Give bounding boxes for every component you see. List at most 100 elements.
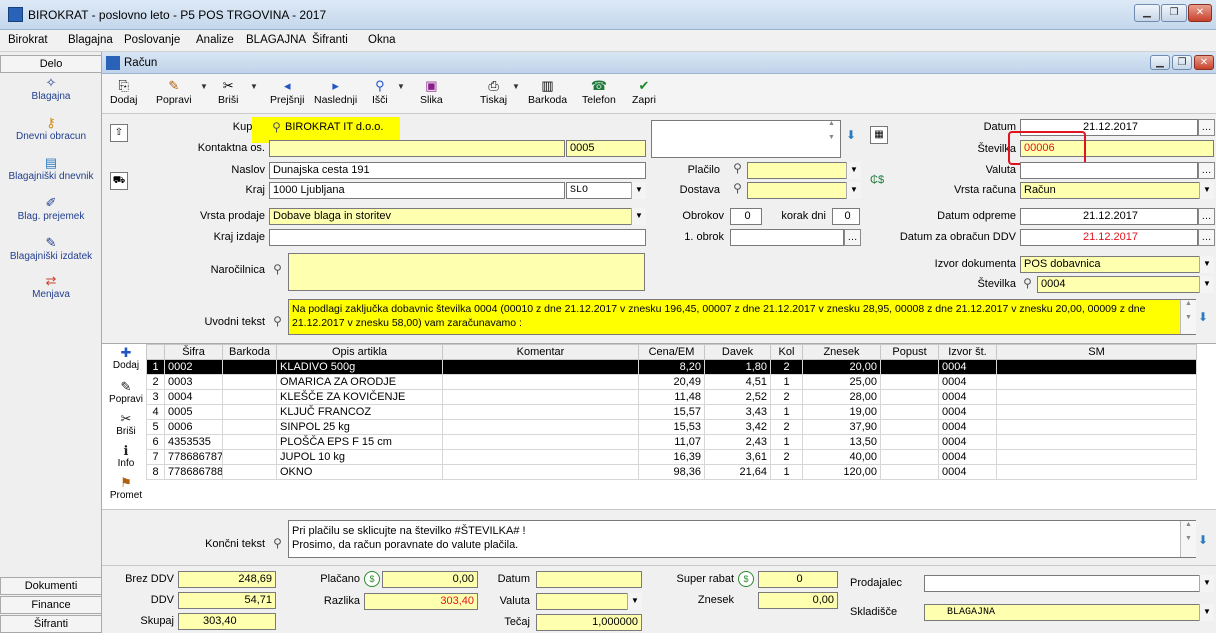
table-cell[interactable]: 15,57: [638, 404, 705, 420]
table-cell[interactable]: PLOŠČA EPS F 15 cm: [276, 434, 443, 450]
bottom-valuta-dropdown-icon[interactable]: ▼: [627, 593, 642, 610]
doc-minimize-icon[interactable]: ▁: [1150, 55, 1170, 70]
col-header[interactable]: Znesek: [802, 344, 881, 360]
bottom-datum-field[interactable]: [536, 571, 642, 588]
table-cell[interactable]: 28,00: [802, 389, 881, 405]
izvor-stevilka-select[interactable]: 0004: [1037, 276, 1214, 293]
toolbar-popravi-button[interactable]: ✎ Popravi: [156, 78, 192, 106]
table-cell[interactable]: [996, 359, 1197, 375]
toolbar-dodaj-button[interactable]: ⎘ Dodaj: [110, 78, 137, 106]
table-cell[interactable]: [442, 419, 639, 435]
menu-okna[interactable]: Okna: [368, 34, 396, 46]
table-cell[interactable]: 2: [770, 419, 803, 435]
table-cell[interactable]: [442, 389, 639, 405]
table-cell[interactable]: [222, 434, 277, 450]
prodajalec-dropdown-icon[interactable]: ▼: [1199, 575, 1214, 592]
table-row[interactable]: 1 0002 KLADIVO 500g 8,20 1,80 2 20,00 0004: [146, 359, 1197, 375]
toolbar-tiskaj-button[interactable]: ⎙ Tiskaj: [480, 78, 507, 106]
col-header[interactable]: SM: [996, 344, 1197, 360]
sidebar-footer-finance[interactable]: Finance: [0, 596, 102, 614]
menu-analize[interactable]: Analize: [196, 34, 234, 46]
table-cell[interactable]: [880, 404, 939, 420]
tecaj-field[interactable]: 1,000000: [536, 614, 642, 631]
dostava-select[interactable]: [747, 182, 861, 199]
table-cell[interactable]: [880, 359, 939, 375]
col-header[interactable]: Komentar: [442, 344, 639, 360]
table-cell[interactable]: [880, 374, 939, 390]
table-cell[interactable]: [996, 374, 1197, 390]
table-cell[interactable]: [996, 464, 1197, 480]
grid-promet-button[interactable]: ⚑ Promet: [104, 476, 148, 502]
table-row[interactable]: 2 0003 OMARICA ZA ORODJE 20,49 4,51 1 25,00 000…: [146, 374, 1197, 390]
table-cell[interactable]: 7: [146, 449, 165, 465]
brisi-dropdown-icon[interactable]: ▼: [250, 82, 258, 91]
table-cell[interactable]: [222, 404, 277, 420]
table-cell[interactable]: [442, 404, 639, 420]
table-cell[interactable]: 40,00: [802, 449, 881, 465]
table-cell[interactable]: [996, 419, 1197, 435]
table-cell[interactable]: 0004: [938, 449, 997, 465]
table-cell[interactable]: 0004: [938, 419, 997, 435]
sidebar-item-menjava[interactable]: ⇄ Menjava: [0, 274, 102, 301]
kontakt-field[interactable]: [269, 140, 565, 157]
table-cell[interactable]: 6: [146, 434, 165, 450]
table-cell[interactable]: 3,42: [704, 419, 771, 435]
table-cell[interactable]: [880, 389, 939, 405]
vrsta-prodaje-dropdown-icon[interactable]: ▼: [631, 208, 646, 225]
prodajalec-select[interactable]: [924, 575, 1214, 592]
toolbar-barkoda-button[interactable]: ▥ Barkoda: [528, 78, 567, 106]
koncni-search-icon[interactable]: ⚲: [270, 536, 285, 551]
table-cell[interactable]: [442, 374, 639, 390]
table-cell[interactable]: [222, 464, 277, 480]
table-cell[interactable]: 20,00: [802, 359, 881, 375]
datum-odpreme-picker-button[interactable]: …: [1198, 208, 1215, 225]
sidebar-footer-sifranti[interactable]: Šifranti: [0, 615, 102, 633]
znesek-field[interactable]: 0,00: [758, 592, 838, 609]
table-cell[interactable]: 4,51: [704, 374, 771, 390]
valuta-picker-button[interactable]: …: [1198, 162, 1215, 179]
table-cell[interactable]: [222, 449, 277, 465]
skladisce-dropdown-icon[interactable]: ▼: [1199, 604, 1214, 621]
close-icon[interactable]: ✕: [1188, 4, 1212, 22]
placilo-dropdown-icon[interactable]: ▼: [846, 162, 861, 179]
table-cell[interactable]: OKNO: [276, 464, 443, 480]
placano-dollar-icon[interactable]: $: [364, 571, 380, 587]
table-cell[interactable]: 2: [770, 389, 803, 405]
table-cell[interactable]: 11,48: [638, 389, 705, 405]
korak-dni-field[interactable]: 0: [832, 208, 860, 225]
table-cell[interactable]: [996, 434, 1197, 450]
obrokov-field[interactable]: 0: [730, 208, 762, 225]
izvor-select[interactable]: POS dobavnica: [1020, 256, 1214, 273]
koncni-scrollbar[interactable]: ▲ ▼: [1180, 521, 1196, 557]
table-cell[interactable]: KLJUČ FRANCOZ: [276, 404, 443, 420]
delivery-button[interactable]: ⛟: [110, 172, 128, 190]
dostava-search-icon[interactable]: ⚲: [730, 181, 745, 196]
toolbar-isci-button[interactable]: ⚲ Išči: [372, 78, 388, 106]
super-rabat-field[interactable]: 0: [758, 571, 838, 588]
table-cell[interactable]: 0005: [164, 404, 223, 420]
table-cell[interactable]: [442, 434, 639, 450]
table-cell[interactable]: 21,64: [704, 464, 771, 480]
note-scroll-icon[interactable]: ▲ ▼: [828, 120, 835, 141]
menu-blagajna-upper[interactable]: BLAGAJNA: [246, 34, 306, 46]
table-cell[interactable]: 0004: [938, 359, 997, 375]
toolbar-slika-button[interactable]: ▣ Slika: [420, 78, 443, 106]
col-header[interactable]: Šifra: [164, 344, 223, 360]
table-cell[interactable]: [880, 449, 939, 465]
datum-picker-button[interactable]: …: [1198, 119, 1215, 136]
kraj-izdaje-field[interactable]: [269, 229, 646, 246]
table-cell[interactable]: 37,90: [802, 419, 881, 435]
table-cell[interactable]: OMARICA ZA ORODJE: [276, 374, 443, 390]
table-cell[interactable]: 3,61: [704, 449, 771, 465]
valuta-field[interactable]: [1020, 162, 1198, 179]
vrsta-racuna-dropdown-icon[interactable]: ▼: [1199, 182, 1214, 199]
table-row[interactable]: 5 0006 SINPOL 25 kg 15,53 3,42 2 37,90 0004: [146, 419, 1197, 435]
sidebar-item-dnevni-obracun[interactable]: ⚷ Dnevni obracun: [0, 116, 102, 143]
sidebar-item-blagajniski-izdatek[interactable]: ✎ Blagajniški izdatek: [0, 236, 102, 263]
table-cell[interactable]: JUPOL 10 kg: [276, 449, 443, 465]
table-cell[interactable]: 3: [146, 389, 165, 405]
kupec-field[interactable]: BIROKRAT IT d.o.o.: [285, 121, 383, 133]
doc-restore-icon[interactable]: ❐: [1172, 55, 1192, 70]
col-header[interactable]: Izvor št.: [938, 344, 997, 360]
col-header[interactable]: Opis artikla: [276, 344, 443, 360]
